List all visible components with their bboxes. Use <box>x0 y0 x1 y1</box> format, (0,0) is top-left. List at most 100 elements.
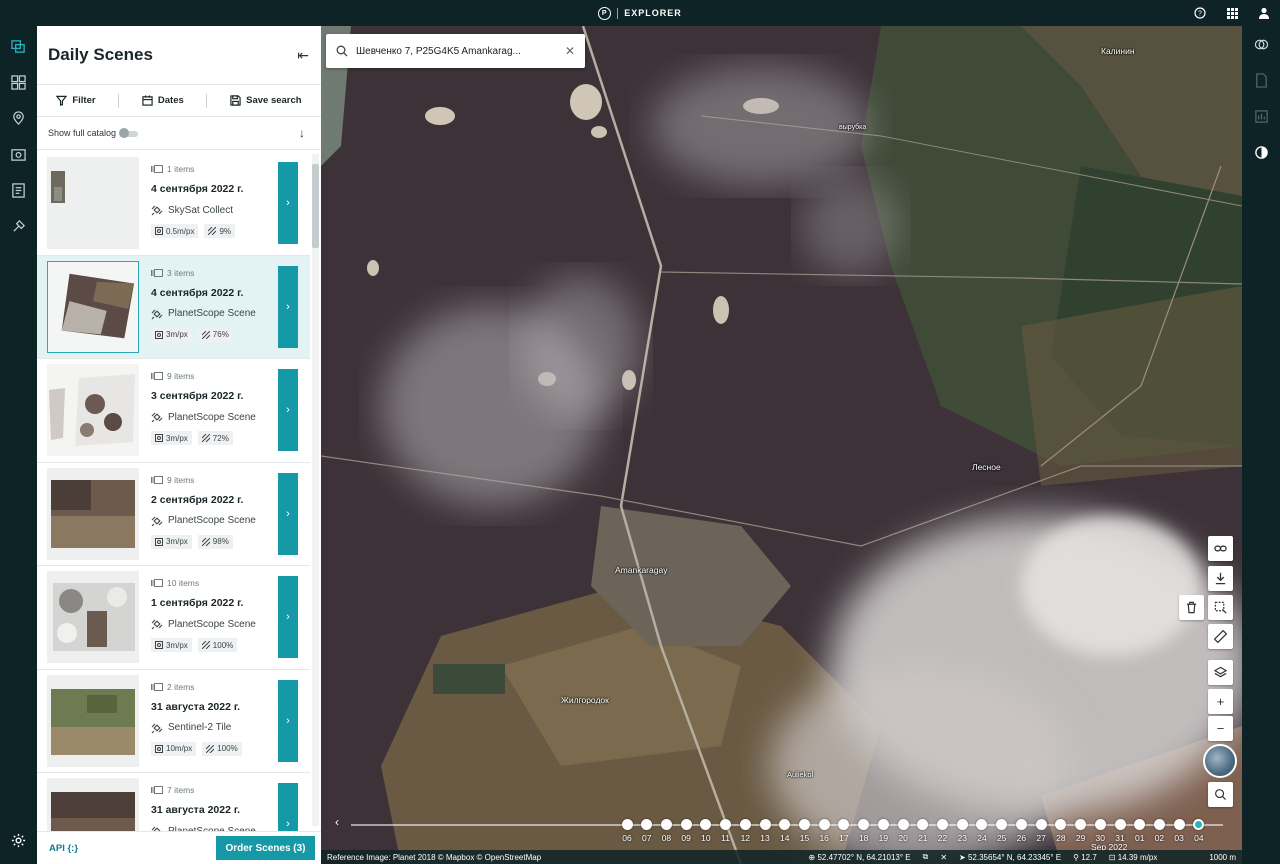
timeline-day-dot[interactable] <box>739 819 751 830</box>
layers-button[interactable] <box>1208 660 1233 685</box>
timeline-day-dot[interactable] <box>1153 819 1165 830</box>
draw-aoi-button[interactable] <box>1208 595 1233 620</box>
collapse-panel-icon[interactable]: ⇤ <box>297 47 309 64</box>
copy-link-button[interactable] <box>1208 536 1233 561</box>
map-view[interactable]: Калинин вырубка Лесное Amankaragay Жилго… <box>321 26 1242 864</box>
document-tool-icon[interactable] <box>1242 62 1280 98</box>
timeline-day-dot[interactable] <box>1015 819 1027 830</box>
timeline-day-dot[interactable] <box>1134 819 1146 830</box>
scene-thumbnail[interactable] <box>47 260 139 353</box>
timeline-day[interactable]: 19 <box>873 819 893 843</box>
timeline-day-dot[interactable] <box>1094 819 1106 830</box>
timeline-day-dot[interactable] <box>700 819 712 830</box>
timeline-day[interactable]: 09 <box>676 819 696 843</box>
timeline-day-dot[interactable] <box>1114 819 1126 830</box>
daily-scenes-nav-icon[interactable] <box>0 28 37 64</box>
mosaics-nav-icon[interactable] <box>0 64 37 100</box>
timeline-day-dot[interactable] <box>1193 819 1205 830</box>
timeline-day-dot[interactable] <box>759 819 771 830</box>
close-coordinates-icon[interactable]: ✕ <box>940 853 947 862</box>
timeline-day-dot[interactable] <box>877 819 889 830</box>
user-icon[interactable] <box>1248 0 1280 26</box>
timeline-day[interactable]: 20 <box>893 819 913 843</box>
timeline-day[interactable]: 30 <box>1090 819 1110 843</box>
timeline-day[interactable]: 28 <box>1051 819 1071 843</box>
timeline-day[interactable]: 21 <box>913 819 933 843</box>
satellite-imagery[interactable] <box>321 26 1242 864</box>
zoom-out-button[interactable]: − <box>1208 716 1233 741</box>
order-scenes-button[interactable]: Order Scenes (3) <box>216 836 315 860</box>
scrollbar-thumb[interactable] <box>312 164 319 248</box>
timeline-day[interactable]: 03 <box>1169 819 1189 843</box>
open-scene-button[interactable]: › <box>278 162 298 244</box>
delete-aoi-button[interactable] <box>1179 595 1204 620</box>
timeline-day[interactable]: 17 <box>834 819 854 843</box>
scene-thumbnail[interactable] <box>47 467 139 560</box>
open-scene-button[interactable]: › <box>278 783 298 831</box>
timeline-day-dot[interactable] <box>976 819 988 830</box>
basemaps-nav-icon[interactable] <box>0 136 37 172</box>
help-icon[interactable]: ? <box>1184 0 1216 26</box>
show-full-catalog-toggle[interactable]: Show full catalog <box>48 128 139 139</box>
timeline-day[interactable]: 11 <box>716 819 736 843</box>
list-scrollbar[interactable] <box>312 154 319 826</box>
timeline-day[interactable]: 25 <box>992 819 1012 843</box>
orders-nav-icon[interactable] <box>0 172 37 208</box>
timeline-day-dot[interactable] <box>779 819 791 830</box>
timeline-day[interactable]: 04 <box>1189 819 1209 843</box>
settings-gear-icon[interactable] <box>0 822 37 858</box>
timeline-day[interactable]: 02 <box>1149 819 1169 843</box>
timeline-day-dot[interactable] <box>1075 819 1087 830</box>
timeline-day[interactable]: 29 <box>1071 819 1091 843</box>
contrast-tool-icon[interactable] <box>1242 134 1280 170</box>
filter-button[interactable]: Filter <box>56 95 96 106</box>
timeline-day-dot[interactable] <box>621 819 633 830</box>
timeline-day[interactable]: 22 <box>933 819 953 843</box>
timeline-day[interactable]: 16 <box>814 819 834 843</box>
brand[interactable]: P EXPLORER <box>598 6 682 20</box>
open-scene-button[interactable]: › <box>278 576 298 658</box>
scene-thumbnail[interactable] <box>47 157 139 249</box>
toggle-switch[interactable] <box>119 128 139 139</box>
scene-list-item[interactable]: 2 items 31 августа 2022 г. Sentinel-2 Ti… <box>37 670 310 773</box>
open-scene-button[interactable]: › <box>278 472 298 555</box>
copy-coordinates-icon[interactable]: ⧉ <box>923 852 929 862</box>
apps-grid-icon[interactable] <box>1216 0 1248 26</box>
timeline-day[interactable]: 23 <box>952 819 972 843</box>
compare-tool-icon[interactable] <box>1242 26 1280 62</box>
scene-list-item[interactable]: 9 items 2 сентября 2022 г. PlanetScope S… <box>37 463 310 566</box>
timeline-day[interactable]: 26 <box>1011 819 1031 843</box>
open-scene-button[interactable]: › <box>278 369 298 451</box>
open-scene-button[interactable]: › <box>278 265 298 348</box>
scene-thumbnail[interactable] <box>47 778 139 831</box>
timeline-day[interactable]: 13 <box>755 819 775 843</box>
api-link[interactable]: API {:} <box>49 843 78 854</box>
zoom-to-fit-button[interactable] <box>1208 782 1233 807</box>
timeline-day-dot[interactable] <box>897 819 909 830</box>
search-input[interactable] <box>356 45 557 57</box>
timeline-day-dot[interactable] <box>917 819 929 830</box>
places-nav-icon[interactable] <box>0 100 37 136</box>
timeline-day-dot[interactable] <box>818 819 830 830</box>
timeline-day[interactable]: 27 <box>1031 819 1051 843</box>
timeline-day-dot[interactable] <box>1035 819 1047 830</box>
timeline-day[interactable]: 07 <box>637 819 657 843</box>
timeline-day[interactable]: 01 <box>1130 819 1150 843</box>
timeline-day[interactable]: 18 <box>854 819 874 843</box>
timeline-day[interactable]: 31 <box>1110 819 1130 843</box>
timeline-day-dot[interactable] <box>1173 819 1185 830</box>
tasking-nav-icon[interactable] <box>0 208 37 244</box>
scene-list-item[interactable]: 10 items 1 сентября 2022 г. PlanetScope … <box>37 566 310 670</box>
scene-thumbnail[interactable] <box>47 674 139 767</box>
timeline-day[interactable]: 15 <box>794 819 814 843</box>
save-search-button[interactable]: Save search <box>230 95 302 106</box>
zoom-in-button[interactable]: + <box>1208 689 1233 714</box>
timeline-day-dot[interactable] <box>660 819 672 830</box>
timeline-day[interactable]: 24 <box>972 819 992 843</box>
globe-view-icon[interactable] <box>1203 744 1237 778</box>
timeline-day-dot[interactable] <box>798 819 810 830</box>
timeline-day-dot[interactable] <box>720 819 732 830</box>
timeline-day[interactable]: 10 <box>696 819 716 843</box>
sort-arrow-down-icon[interactable]: ↓ <box>299 126 305 140</box>
scene-thumbnail[interactable] <box>47 364 139 456</box>
